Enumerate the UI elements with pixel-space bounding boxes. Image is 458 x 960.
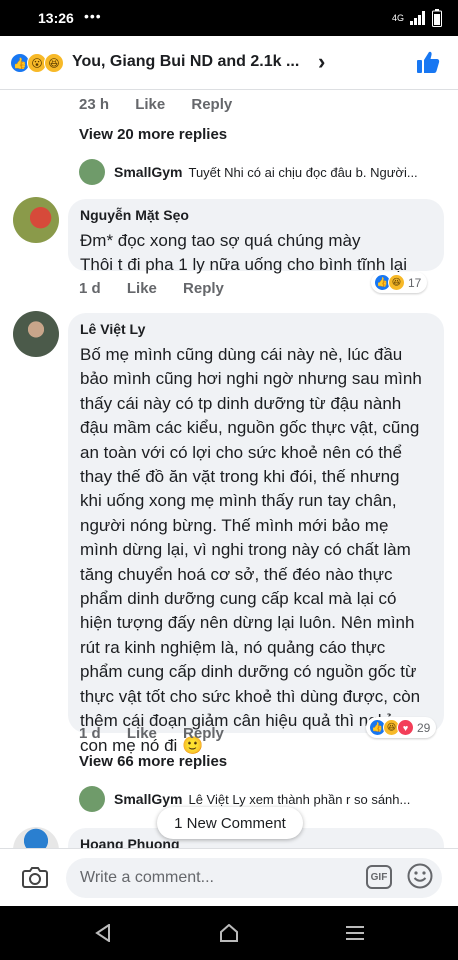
header-reactions: 👍 😮 😆: [10, 53, 64, 73]
nav-back-icon[interactable]: [95, 924, 111, 942]
new-comment-toast[interactable]: 1 New Comment: [157, 807, 303, 839]
reply-text: Tuyết Nhi có ai chịu đọc đâu b. Người...: [188, 164, 418, 180]
comment-meta: 23 h Like Reply: [79, 96, 254, 113]
reply-author[interactable]: SmallGym: [114, 791, 182, 807]
like-link[interactable]: Like: [127, 725, 157, 742]
reply-author[interactable]: SmallGym: [114, 164, 182, 180]
comment-line: bảo mình cũng hơi nghi ngờ nhưng sau mìn…: [80, 369, 422, 389]
avatar[interactable]: [13, 311, 59, 357]
status-time: 13:26: [38, 10, 74, 26]
gif-icon[interactable]: GIF: [366, 865, 392, 889]
comment-text: Đm* đọc xong tao sợ quá chúng mày Thôi t…: [80, 229, 432, 278]
like-thumb-icon[interactable]: [416, 50, 440, 74]
haha-reaction-icon: 😆: [388, 274, 405, 291]
comment-line: phẩm dinh dưỡng cung cấp kcal mà lại có: [80, 589, 397, 609]
comment-time: 23 h: [79, 96, 110, 113]
comment-line: Bố mẹ mình cũng dùng cái này nè, lúc đầu: [80, 345, 403, 364]
view-more-replies[interactable]: View 66 more replies: [79, 753, 227, 770]
comment-line: thay thế đồ ăn vặt trong khi đói, thế nh…: [80, 467, 400, 487]
status-bar: 13:26 ••• 4G: [0, 0, 458, 36]
emoji-icon[interactable]: [407, 863, 433, 889]
comment-composer: GIF: [0, 848, 458, 906]
comment-line: tăng chuyển hoá cơ sở, thế đéo nào thực: [80, 564, 393, 584]
comment-line: rút ra kinh nghiệm là, nó quảng cáo thực: [80, 637, 386, 657]
reply-preview[interactable]: SmallGym Tuyết Nhi có ai chịu đọc đâu b.…: [79, 157, 449, 187]
comment-line: phẩm cung cấp dinh dưỡng có nguồn gốc từ: [80, 662, 417, 682]
reaction-summary[interactable]: 👍 😆 ♥ 29: [366, 717, 437, 738]
comment-line: mình dừng lại, vì nghi trong này có chất…: [80, 540, 411, 560]
reaction-count: 29: [417, 720, 431, 735]
comment-line: thấy cái này có tp dinh dưỡng từ đậu nàn…: [80, 393, 402, 413]
battery-icon: [432, 9, 442, 27]
comment-author[interactable]: Lê Việt Ly: [80, 321, 432, 337]
reply-link[interactable]: Reply: [183, 725, 224, 742]
status-dots: •••: [84, 8, 102, 24]
comment-line: người nóng bừng. Thế mình mới bảo mẹ: [80, 515, 389, 535]
comments-list[interactable]: 23 h Like Reply View 20 more replies Sma…: [0, 90, 458, 848]
view-more-replies[interactable]: View 20 more replies: [79, 126, 227, 143]
comment-author[interactable]: Nguyễn Mặt Sẹo: [80, 207, 432, 223]
haha-reaction-icon: 😆: [44, 53, 64, 73]
like-link[interactable]: Like: [135, 96, 165, 113]
comment-bubble[interactable]: Lê Việt Ly Bố mẹ mình cũng dùng cái này …: [68, 313, 444, 755]
avatar[interactable]: [13, 197, 59, 243]
comment-line: Đm* đọc xong tao sợ quá chúng mày: [80, 231, 361, 250]
nav-recent-icon[interactable]: [346, 926, 364, 940]
avatar[interactable]: [79, 786, 105, 812]
comment-text: Bố mẹ mình cũng dùng cái này nè, lúc đầu…: [80, 343, 432, 758]
like-link[interactable]: Like: [127, 280, 157, 297]
reply-link[interactable]: Reply: [191, 96, 232, 113]
system-navbar: [0, 906, 458, 960]
reaction-summary[interactable]: 👍 😆 17: [371, 272, 428, 293]
comment-time: 1 d: [79, 725, 101, 742]
signal-icon: [410, 11, 425, 25]
comment-line: đậu mầm các kiểu, nguồn gốc thực vật, cũ…: [80, 418, 420, 438]
status-icons: 4G: [392, 9, 442, 27]
comment-time: 1 d: [79, 280, 101, 297]
comment-line: khi uống xong mẹ mình thấy run tay chân,: [80, 491, 397, 511]
camera-icon[interactable]: [22, 865, 48, 889]
post-header[interactable]: 👍 😮 😆 You, Giang Bui ND and 2.1k ... ›: [0, 36, 458, 90]
reactors-title[interactable]: You, Giang Bui ND and 2.1k ...: [72, 53, 299, 71]
comment-meta: 1 d Like Reply: [79, 280, 246, 297]
comment-line: hiện tượng đấy nên dừng lại luôn. Nên mì…: [80, 613, 415, 633]
comment-line: an toàn với có lợi cho sức khoẻ nên có t…: [80, 442, 402, 462]
chevron-right-icon[interactable]: ›: [318, 49, 325, 75]
comment-line: thực vật tốt cho sức khoẻ thì dùng được,…: [80, 686, 421, 706]
reaction-count: 17: [408, 275, 422, 290]
nav-home-icon[interactable]: [219, 924, 239, 942]
comment-bubble[interactable]: Nguyễn Mặt Sẹo Đm* đọc xong tao sợ quá c…: [68, 199, 444, 274]
avatar[interactable]: [13, 827, 59, 848]
avatar[interactable]: [79, 159, 105, 185]
reply-link[interactable]: Reply: [183, 280, 224, 297]
love-reaction-icon: ♥: [397, 719, 414, 736]
reply-text: Lê Việt Ly xem thành phần r so sánh...: [188, 791, 411, 807]
comment-meta: 1 d Like Reply: [79, 725, 246, 742]
network-label: 4G: [391, 13, 404, 23]
